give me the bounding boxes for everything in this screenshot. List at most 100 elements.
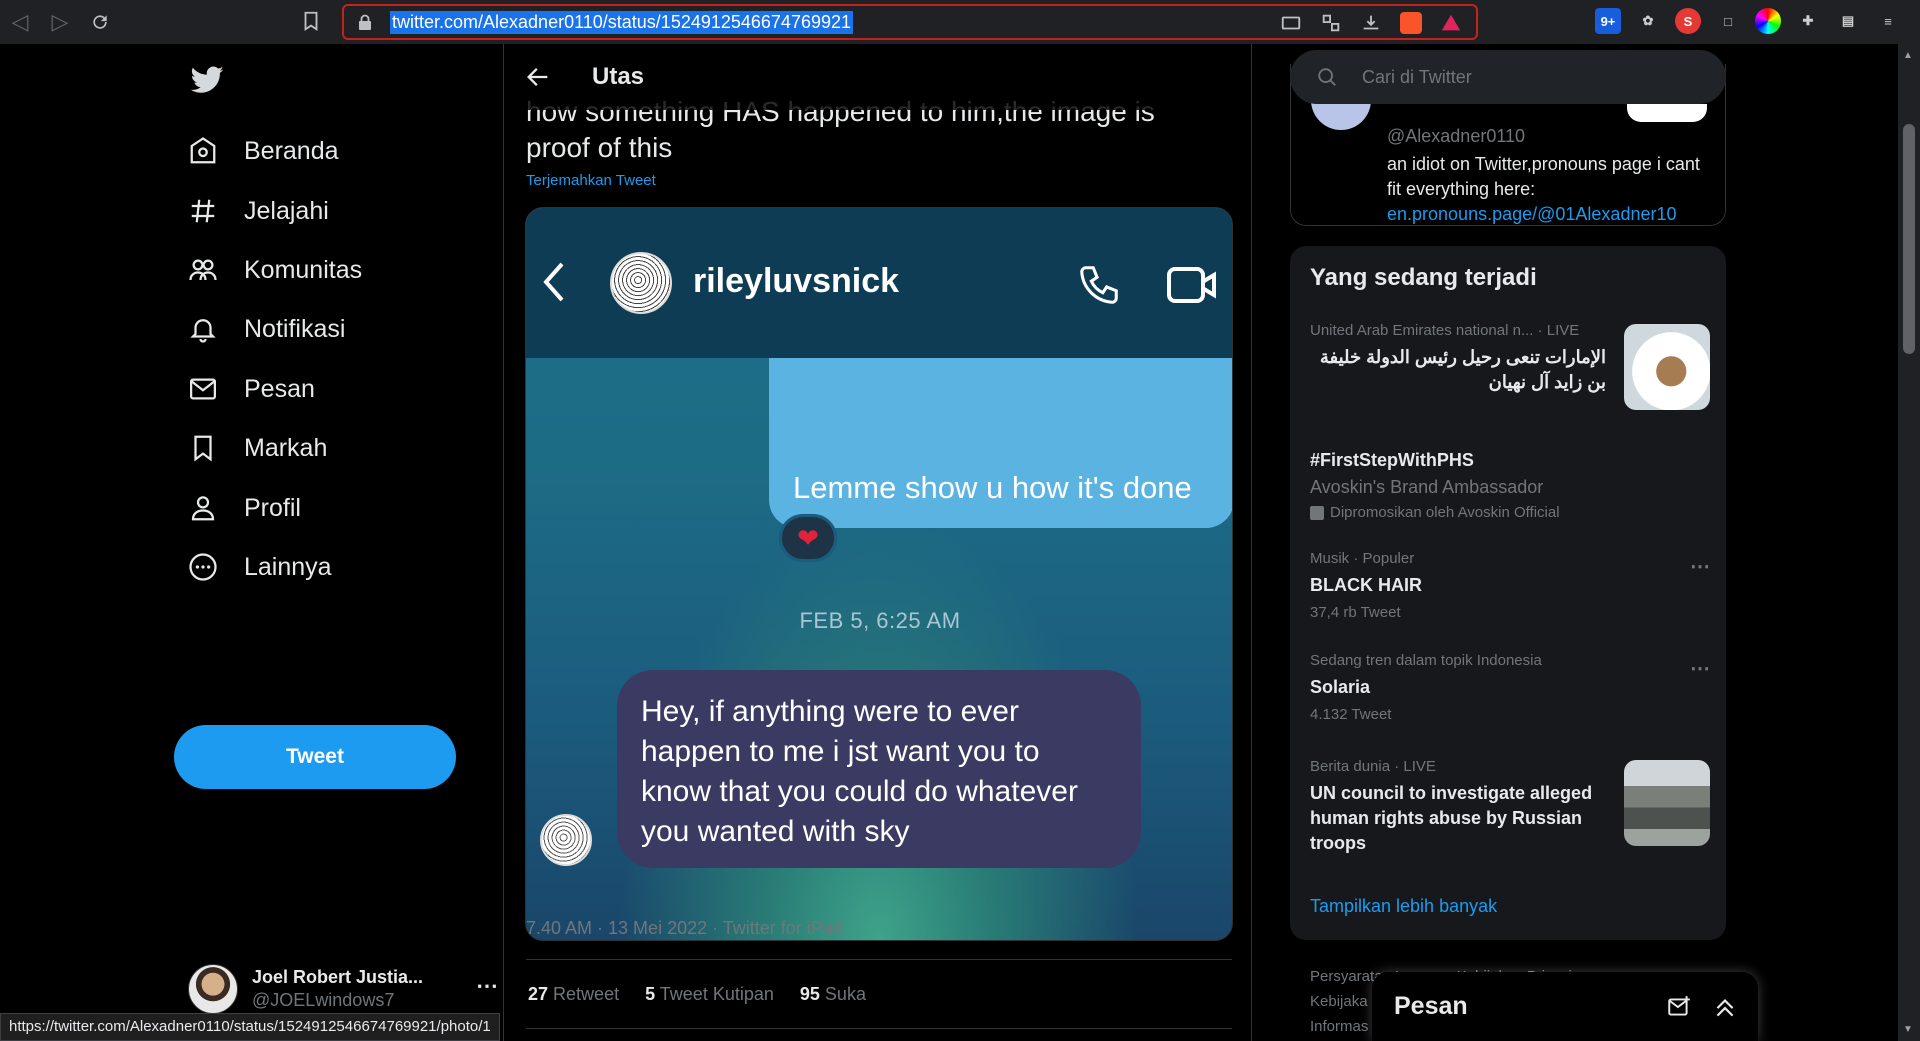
nav-more[interactable]: Lainnya bbox=[188, 542, 332, 592]
divider bbox=[526, 1028, 1232, 1029]
dm-back-chevron-icon bbox=[543, 262, 564, 302]
bookmark-page-button[interactable] bbox=[300, 10, 324, 34]
install-icon[interactable] bbox=[1360, 12, 1382, 34]
retweet-stat[interactable]: 27 Retweet bbox=[528, 984, 619, 1005]
bitwarden-icon[interactable]: 9+ bbox=[1595, 8, 1621, 34]
tweet-compose-button[interactable]: Tweet bbox=[174, 725, 456, 789]
dm-outgoing-bubble: Lemme show u how it's done bbox=[769, 358, 1232, 528]
mail-icon bbox=[190, 378, 216, 400]
browser-forward-button[interactable]: ▷ bbox=[40, 0, 80, 44]
account-switcher[interactable]: Joel Robert Justia... @JOELwindows7 ⋯ bbox=[188, 959, 498, 1019]
home-icon bbox=[190, 137, 216, 164]
status-link-preview: https://twitter.com/Alexadner0110/status… bbox=[0, 1013, 500, 1041]
trend-item[interactable]: Musik · Populer BLACK HAIR 37,4 rb Tweet… bbox=[1310, 550, 1710, 621]
wallet-icon[interactable]: ▤ bbox=[1835, 8, 1861, 34]
search-placeholder: Cari di Twitter bbox=[1362, 66, 1472, 87]
dm-outgoing-text: Lemme show u how it's done bbox=[793, 470, 1192, 505]
quote-count: 5 bbox=[645, 984, 656, 1004]
dm-username: rileyluvsnick bbox=[693, 262, 900, 300]
translate-tweet-link[interactable]: Terjemahkan Tweet bbox=[526, 172, 656, 189]
promoted-label: Dipromosikan oleh Avoskin Official bbox=[1310, 504, 1710, 521]
back-arrow-icon[interactable] bbox=[524, 63, 552, 91]
trend-category: Musik · Populer bbox=[1310, 550, 1415, 567]
search-input[interactable]: Cari di Twitter bbox=[1290, 50, 1726, 104]
dm-incoming-text: Hey, if anything were to ever happen to … bbox=[641, 695, 1078, 848]
left-navigation: Beranda Jelajahi Komunitas Notifikasi Pe… bbox=[160, 44, 500, 1041]
page-scrollbar[interactable]: ▲ ▼ bbox=[1898, 44, 1920, 1041]
trash-extension-icon[interactable]: □ bbox=[1715, 8, 1741, 34]
trend-count: 4.132 Tweet bbox=[1310, 706, 1392, 723]
video-camera-icon bbox=[1167, 267, 1216, 303]
author-handle[interactable]: @Alexadner0110 bbox=[1387, 126, 1525, 147]
browser-back-button[interactable]: ◁ bbox=[0, 0, 40, 44]
address-bar[interactable]: twitter.com/Alexadner0110/status/1524912… bbox=[342, 4, 1478, 40]
nav-bookmarks-label: Markah bbox=[244, 433, 328, 462]
like-count: 95 bbox=[799, 984, 820, 1004]
cast-icon[interactable] bbox=[1280, 12, 1302, 34]
leaf-extension-icon[interactable]: ✿ bbox=[1635, 8, 1661, 34]
nav-home[interactable]: Beranda bbox=[188, 126, 339, 176]
messages-drawer[interactable]: Pesan bbox=[1372, 972, 1758, 1041]
extensions-puzzle-icon[interactable]: ✚ bbox=[1795, 8, 1821, 34]
show-more-link[interactable]: Tampilkan lebih banyak bbox=[1310, 896, 1497, 917]
brave-shields-icon[interactable] bbox=[1400, 12, 1422, 34]
new-message-icon[interactable] bbox=[1666, 994, 1692, 1020]
trend-more-icon[interactable]: ⋯ bbox=[1690, 554, 1710, 579]
tweet-stats: 27 Retweet 5 Tweet Kutipan 95 Suka bbox=[528, 984, 866, 1005]
dm-sender-avatar bbox=[540, 814, 592, 866]
account-more-icon[interactable]: ⋯ bbox=[476, 973, 498, 999]
tweet-timestamp[interactable]: 7.40 AM · 13 Mei 2022 · Twitter for iPad bbox=[526, 918, 843, 939]
trend-title: BLACK HAIR bbox=[1310, 575, 1422, 595]
messages-drawer-title: Pesan bbox=[1394, 992, 1468, 1020]
bookmark-icon bbox=[194, 435, 212, 462]
tweet-image[interactable]: rileyluvsnick Lemme show u how it's done… bbox=[525, 207, 1233, 941]
like-stat[interactable]: 95 Suka bbox=[800, 984, 866, 1005]
url-text[interactable]: twitter.com/Alexadner0110/status/1524912… bbox=[390, 10, 854, 34]
brave-rewards-icon[interactable] bbox=[1440, 12, 1462, 34]
s-extension-icon[interactable]: S bbox=[1675, 8, 1701, 34]
nav-explore[interactable]: Jelajahi bbox=[188, 186, 329, 236]
author-bio-link[interactable]: en.pronouns.page/@01Alexadner10 bbox=[1387, 204, 1677, 224]
trend-item[interactable]: #FirstStepWithPHS Avoskin's Brand Ambass… bbox=[1310, 442, 1710, 521]
divider bbox=[526, 959, 1232, 960]
twitter-logo-icon[interactable] bbox=[188, 62, 226, 96]
author-bio: an idiot on Twitter,pronouns page i cant… bbox=[1387, 152, 1707, 227]
thread-column: Utas how something HAS happened to him,t… bbox=[503, 44, 1252, 1041]
chevron-double-up-icon[interactable] bbox=[1712, 994, 1738, 1020]
retweet-count: 27 bbox=[528, 984, 549, 1004]
nav-notifications-label: Notifikasi bbox=[244, 314, 346, 343]
dm-timestamp: FEB 5, 6:25 AM bbox=[799, 608, 961, 633]
nav-profile[interactable]: Profil bbox=[188, 483, 301, 533]
trend-count: 37,4 rb Tweet bbox=[1310, 604, 1401, 621]
scroll-up-icon[interactable]: ▲ bbox=[1903, 50, 1913, 61]
dm-incoming-bubble: Hey, if anything were to ever happen to … bbox=[617, 670, 1141, 868]
qr-icon[interactable] bbox=[1320, 12, 1342, 34]
quote-stat[interactable]: 5 Tweet Kutipan bbox=[645, 984, 774, 1005]
nav-home-label: Beranda bbox=[244, 136, 339, 165]
scroll-down-icon[interactable]: ▼ bbox=[1903, 1024, 1913, 1035]
trend-title: #FirstStepWithPHS bbox=[1310, 450, 1474, 470]
nav-messages[interactable]: Pesan bbox=[188, 364, 315, 414]
browser-menu-icon[interactable]: ≡ bbox=[1875, 8, 1901, 34]
nav-notifications[interactable]: Notifikasi bbox=[188, 304, 345, 354]
browser-reload-button[interactable] bbox=[80, 0, 120, 44]
color-wheel-icon[interactable] bbox=[1755, 8, 1781, 34]
trend-more-icon[interactable]: ⋯ bbox=[1690, 656, 1710, 681]
trend-item[interactable]: Sedang tren dalam topik Indonesia Solari… bbox=[1310, 652, 1710, 723]
promoted-text: Dipromosikan oleh Avoskin Official bbox=[1330, 504, 1560, 521]
thread-header: Utas bbox=[504, 44, 1251, 110]
trend-item[interactable]: United Arab Emirates national n... · LIV… bbox=[1310, 322, 1710, 410]
search-icon bbox=[1318, 68, 1336, 86]
nav-communities[interactable]: Komunitas bbox=[188, 245, 362, 295]
trend-title: UN council to investigate alleged human … bbox=[1310, 783, 1593, 853]
trend-category: Sedang tren dalam topik Indonesia bbox=[1310, 652, 1542, 669]
follow-button[interactable] bbox=[1627, 104, 1707, 122]
more-circle-icon bbox=[189, 553, 217, 581]
trend-item[interactable]: Berita dunia · LIVE UN council to invest… bbox=[1310, 758, 1710, 856]
trend-subtitle: Avoskin's Brand Ambassador bbox=[1310, 477, 1544, 497]
nav-bookmarks[interactable]: Markah bbox=[188, 423, 327, 473]
scrollbar-thumb[interactable] bbox=[1903, 124, 1915, 354]
bell-icon bbox=[190, 319, 216, 343]
dm-avatar bbox=[610, 252, 672, 314]
nav-explore-label: Jelajahi bbox=[244, 196, 329, 225]
